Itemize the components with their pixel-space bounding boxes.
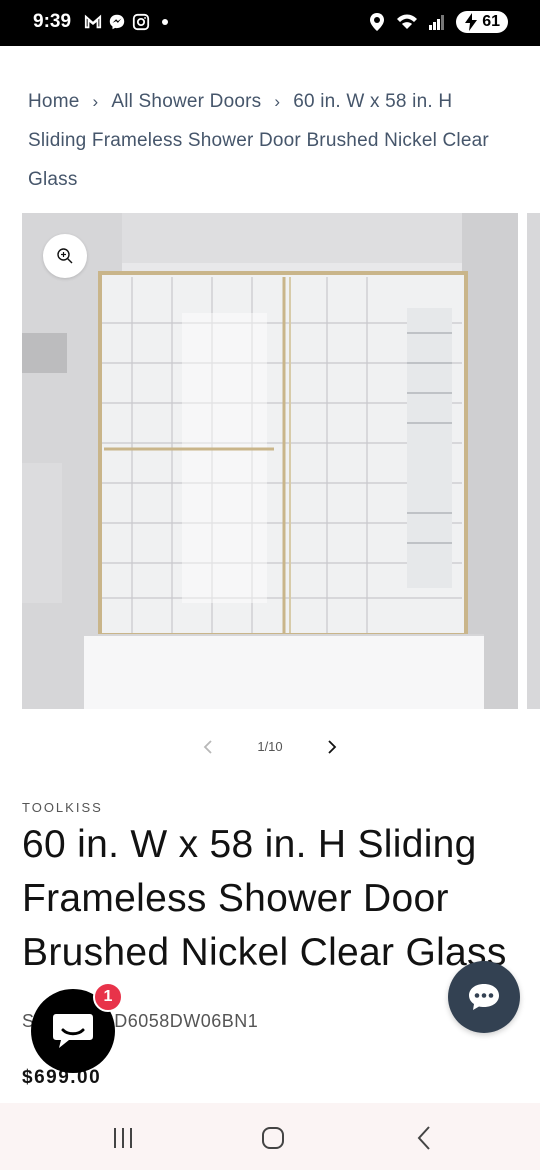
instagram-icon <box>132 13 150 31</box>
status-bar: 9:39 61 <box>0 0 540 46</box>
zoom-button[interactable] <box>43 234 87 278</box>
breadcrumb-home[interactable]: Home <box>28 91 79 112</box>
home-icon[interactable] <box>258 1123 288 1153</box>
recent-apps-icon[interactable] <box>108 1123 138 1153</box>
battery-indicator: 61 <box>456 11 508 33</box>
next-image-preview[interactable] <box>527 213 540 709</box>
chat-bubble-icon <box>53 1014 93 1048</box>
messenger-icon <box>109 14 125 30</box>
shower-door-photo <box>22 213 518 709</box>
battery-level: 61 <box>482 13 500 30</box>
more-notifications-dot <box>162 19 168 25</box>
status-time: 9:39 <box>33 11 72 32</box>
breadcrumb-separator: › <box>92 92 99 111</box>
gallery-pagination: 1/10 <box>0 730 540 766</box>
back-icon[interactable] <box>410 1123 440 1153</box>
wifi-icon <box>397 14 418 29</box>
breadcrumb: Home › All Shower Doors › 60 in. W x 58 in. … <box>28 82 498 199</box>
product-vendor: TOOLKISS <box>22 800 103 815</box>
location-icon <box>370 13 385 31</box>
product-image[interactable] <box>22 213 518 709</box>
slide-counter: 1/10 <box>257 739 283 754</box>
notification-icons <box>84 13 168 31</box>
breadcrumb-all-shower-doors[interactable]: All Shower Doors <box>111 91 261 112</box>
message-dots-icon <box>469 984 499 1010</box>
chevron-left-icon[interactable] <box>196 735 220 759</box>
chevron-right-icon[interactable] <box>320 735 344 759</box>
breadcrumb-separator: › <box>274 92 281 111</box>
system-navigation-bar <box>0 1103 540 1170</box>
zoom-in-icon <box>57 248 73 264</box>
signal-icon <box>429 15 445 30</box>
chat-unread-badge: 1 <box>93 982 123 1012</box>
support-chat-button[interactable] <box>448 961 520 1033</box>
gmail-icon <box>84 14 102 29</box>
system-status-icons: 61 <box>368 11 508 33</box>
charging-bolt-icon <box>465 13 478 31</box>
product-title: 60 in. W x 58 in. H Sliding Frameless Sh… <box>22 823 507 974</box>
